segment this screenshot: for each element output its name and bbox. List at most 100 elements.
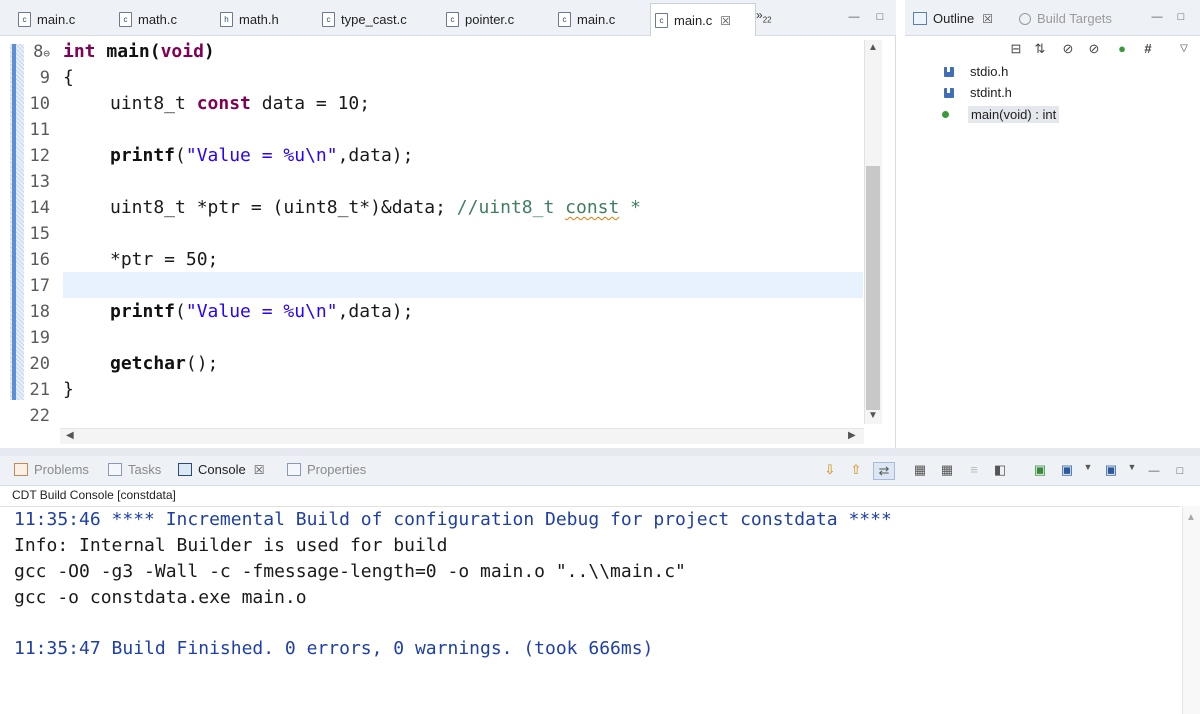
previous-error-icon[interactable]: ⇧ — [846, 462, 866, 478]
c-file-icon: c — [655, 13, 668, 28]
tab-build-targets[interactable]: Build Targets — [1019, 11, 1112, 26]
code-line-12[interactable]: printf("Value = %u\n",data); — [110, 145, 413, 166]
editor-scroll-thumb[interactable] — [866, 166, 880, 410]
tab-label: type_cast.c — [341, 11, 407, 27]
minimize-icon[interactable]: — — [846, 10, 862, 26]
collapse-all-icon[interactable]: ⊟ — [1007, 41, 1025, 57]
tab-main-c-active[interactable]: c main.c ☒ — [650, 3, 756, 37]
hide-non-public-icon[interactable]: ● — [1113, 41, 1131, 56]
panel-splitter[interactable] — [0, 448, 1200, 456]
console-scrollbar[interactable] — [1182, 506, 1200, 714]
target-icon — [1019, 12, 1031, 25]
tab-math-h[interactable]: h math.h — [216, 4, 279, 34]
console-line: Info: Internal Builder is used for build — [14, 535, 448, 556]
current-line-highlight — [63, 272, 863, 298]
open-console-dropdown-icon[interactable]: ▼ — [1122, 462, 1142, 472]
tab-outline[interactable]: Outline ☒ — [913, 11, 993, 26]
code-line-8[interactable]: int main(void) — [63, 41, 215, 62]
tab-tasks[interactable]: Tasks — [108, 462, 161, 477]
display-console-icon[interactable]: ▣ — [1057, 462, 1077, 478]
word-wrap-icon[interactable]: ◧ — [990, 462, 1010, 478]
open-console-icon[interactable]: ▣ — [1101, 462, 1121, 478]
close-tab-icon[interactable]: ☒ — [720, 14, 731, 28]
hide-static-icon[interactable]: ⊘ — [1085, 41, 1103, 57]
console-line: gcc -O0 -g3 -Wall -c -fmessage-length=0 … — [14, 561, 686, 582]
console-line: 11:35:46 **** Incremental Build of confi… — [14, 509, 892, 530]
maximize-icon[interactable]: □ — [1173, 10, 1189, 26]
line-number: 21 — [29, 380, 50, 400]
tab-math-c[interactable]: c math.c — [115, 4, 177, 34]
tab-pointer-c[interactable]: c pointer.c — [442, 4, 514, 34]
outline-tab-bar: Outline ☒ Build Targets — □ — [905, 0, 1200, 36]
code-line-20[interactable]: getchar(); — [110, 353, 218, 374]
tab-label: math.h — [239, 11, 279, 27]
editor-horizontal-scrollbar[interactable] — [60, 428, 864, 444]
code-line-18[interactable]: printf("Value = %u\n",data); — [110, 301, 413, 322]
line-number: 15 — [29, 224, 50, 244]
line-number: 8⊖ — [33, 42, 50, 62]
clear-console-icon[interactable]: ▦ — [937, 462, 957, 478]
code-line-14[interactable]: uint8_t *ptr = (uint8_t*)&data; //uint8_… — [110, 197, 641, 218]
next-error-icon[interactable]: ⇩ — [820, 462, 840, 478]
tab-label: main.c — [577, 11, 616, 27]
tab-problems[interactable]: Problems — [14, 462, 89, 477]
sort-icon[interactable]: ⇅ — [1031, 41, 1049, 57]
show-errors-icon[interactable]: ⇄ — [873, 462, 895, 480]
editor-tab-bar: c main.c c math.c h math.h c type_cast.c… — [0, 0, 896, 37]
spelling-warning: const — [565, 197, 620, 218]
tab-main-c-1[interactable]: c main.c — [14, 4, 75, 34]
tab-type-cast-c[interactable]: c type_cast.c — [318, 4, 407, 34]
line-number: 10 — [29, 94, 50, 114]
line-number: 9 — [39, 68, 50, 88]
change-ruler-marker — [12, 44, 16, 400]
tab-console[interactable]: Console ☒ — [178, 462, 264, 477]
outline-item-main[interactable]: main(void) : int — [940, 106, 1060, 123]
outline-item-stdio[interactable]: stdio.h — [944, 64, 1008, 79]
close-tab-icon[interactable]: ☒ — [982, 12, 993, 26]
console-line: gcc -o constdata.exe main.o — [14, 587, 307, 608]
tab-main-c-2[interactable]: c main.c — [554, 4, 615, 34]
function-icon — [942, 111, 949, 118]
tab-properties[interactable]: Properties — [287, 462, 366, 477]
scroll-up-icon[interactable]: ▲ — [1186, 512, 1196, 523]
line-number: 16 — [29, 250, 50, 270]
outline-item-stdint[interactable]: stdint.h — [944, 85, 1012, 100]
console-title: CDT Build Console [constdata] — [12, 488, 176, 502]
pin-console-icon[interactable]: ▣ — [1030, 462, 1050, 478]
tab-label: pointer.c — [465, 11, 515, 27]
minimize-icon[interactable]: — — [1146, 464, 1162, 480]
hide-fields-icon[interactable]: ⊘ — [1059, 41, 1077, 57]
copy-build-log-icon[interactable]: ▦ — [910, 462, 930, 478]
hide-macros-icon[interactable]: # — [1139, 41, 1157, 56]
scroll-down-icon[interactable]: ▼ — [868, 410, 878, 421]
display-console-dropdown-icon[interactable]: ▼ — [1078, 462, 1098, 472]
line-number: 12 — [29, 146, 50, 166]
header-file-icon — [944, 66, 954, 77]
tab-label: math.c — [138, 11, 178, 27]
h-file-icon: h — [220, 11, 233, 27]
c-file-icon: c — [119, 11, 132, 27]
maximize-icon[interactable]: □ — [1172, 464, 1188, 480]
code-line-9[interactable]: { — [63, 67, 74, 88]
tab-label: main.c — [37, 11, 76, 27]
chevron-double-right-icon: » — [756, 8, 763, 22]
view-menu-icon[interactable]: ▽ — [1175, 43, 1193, 54]
scroll-lock-icon[interactable]: ≡ — [964, 462, 984, 477]
fold-collapse-icon[interactable]: ⊖ — [43, 47, 50, 60]
scroll-up-icon[interactable]: ▲ — [868, 42, 878, 53]
line-number: 19 — [29, 328, 50, 348]
tasks-icon — [108, 463, 122, 476]
console-icon — [178, 463, 192, 476]
code-line-16[interactable]: *ptr = 50; — [110, 249, 218, 270]
close-tab-icon[interactable]: ☒ — [254, 463, 265, 477]
maximize-icon[interactable]: □ — [872, 10, 888, 26]
code-line-10[interactable]: uint8_t const data = 10; — [110, 93, 370, 114]
code-line-21[interactable]: } — [63, 379, 74, 400]
minimize-icon[interactable]: — — [1149, 10, 1165, 26]
tab-label: Build Targets — [1037, 11, 1112, 26]
scroll-left-icon[interactable]: ◀ — [66, 430, 74, 441]
line-number: 13 — [29, 172, 50, 192]
c-file-icon: c — [18, 11, 31, 27]
scroll-right-icon[interactable]: ▶ — [848, 430, 856, 441]
more-tabs-button[interactable]: »22 — [756, 8, 772, 24]
